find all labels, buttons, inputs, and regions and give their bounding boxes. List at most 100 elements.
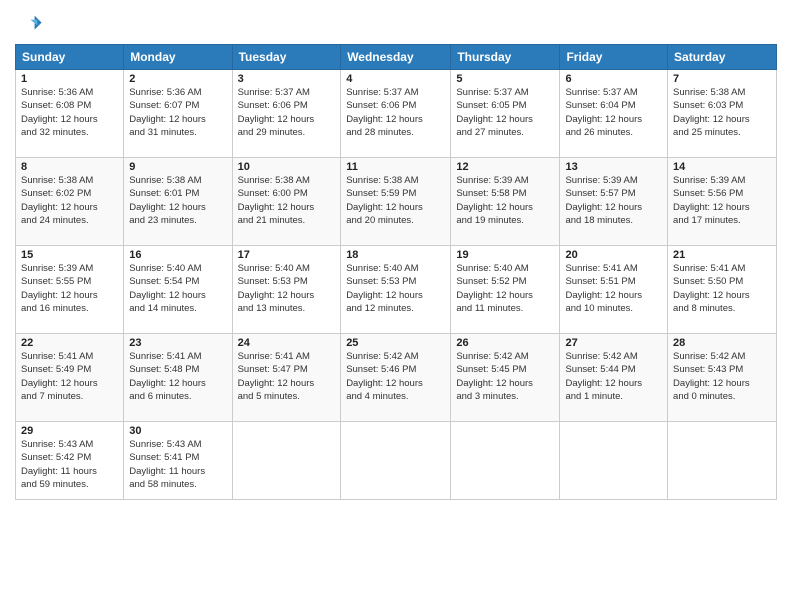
day-info: Sunrise: 5:40 AM Sunset: 5:52 PM Dayligh… <box>456 262 554 315</box>
day-number: 20 <box>565 249 662 261</box>
day-info: Sunrise: 5:36 AM Sunset: 6:07 PM Dayligh… <box>129 86 226 139</box>
day-info: Sunrise: 5:40 AM Sunset: 5:54 PM Dayligh… <box>129 262 226 315</box>
day-info: Sunrise: 5:43 AM Sunset: 5:42 PM Dayligh… <box>21 438 118 491</box>
calendar-cell: 5Sunrise: 5:37 AM Sunset: 6:05 PM Daylig… <box>451 70 560 158</box>
calendar-cell: 8Sunrise: 5:38 AM Sunset: 6:02 PM Daylig… <box>16 158 124 246</box>
day-number: 29 <box>21 425 118 437</box>
day-info: Sunrise: 5:40 AM Sunset: 5:53 PM Dayligh… <box>238 262 336 315</box>
day-number: 18 <box>346 249 445 261</box>
day-info: Sunrise: 5:36 AM Sunset: 6:08 PM Dayligh… <box>21 86 118 139</box>
calendar-cell <box>341 422 451 500</box>
day-info: Sunrise: 5:42 AM Sunset: 5:46 PM Dayligh… <box>346 350 445 403</box>
day-number: 14 <box>673 161 771 173</box>
day-number: 3 <box>238 73 336 85</box>
day-number: 2 <box>129 73 226 85</box>
calendar-cell: 4Sunrise: 5:37 AM Sunset: 6:06 PM Daylig… <box>341 70 451 158</box>
day-info: Sunrise: 5:41 AM Sunset: 5:51 PM Dayligh… <box>565 262 662 315</box>
calendar-cell: 24Sunrise: 5:41 AM Sunset: 5:47 PM Dayli… <box>232 334 341 422</box>
calendar-cell: 11Sunrise: 5:38 AM Sunset: 5:59 PM Dayli… <box>341 158 451 246</box>
day-number: 23 <box>129 337 226 349</box>
day-number: 25 <box>346 337 445 349</box>
calendar-cell: 23Sunrise: 5:41 AM Sunset: 5:48 PM Dayli… <box>124 334 232 422</box>
calendar-cell: 25Sunrise: 5:42 AM Sunset: 5:46 PM Dayli… <box>341 334 451 422</box>
calendar-cell <box>668 422 777 500</box>
day-number: 6 <box>565 73 662 85</box>
day-number: 27 <box>565 337 662 349</box>
day-info: Sunrise: 5:39 AM Sunset: 5:56 PM Dayligh… <box>673 174 771 227</box>
day-number: 22 <box>21 337 118 349</box>
calendar-cell <box>451 422 560 500</box>
calendar-cell: 21Sunrise: 5:41 AM Sunset: 5:50 PM Dayli… <box>668 246 777 334</box>
day-info: Sunrise: 5:39 AM Sunset: 5:57 PM Dayligh… <box>565 174 662 227</box>
calendar-header-tuesday: Tuesday <box>232 45 341 70</box>
day-info: Sunrise: 5:37 AM Sunset: 6:04 PM Dayligh… <box>565 86 662 139</box>
day-info: Sunrise: 5:38 AM Sunset: 5:59 PM Dayligh… <box>346 174 445 227</box>
day-number: 12 <box>456 161 554 173</box>
day-info: Sunrise: 5:38 AM Sunset: 6:02 PM Dayligh… <box>21 174 118 227</box>
day-number: 9 <box>129 161 226 173</box>
calendar-header-sunday: Sunday <box>16 45 124 70</box>
day-info: Sunrise: 5:37 AM Sunset: 6:06 PM Dayligh… <box>346 86 445 139</box>
calendar-header-saturday: Saturday <box>668 45 777 70</box>
day-number: 17 <box>238 249 336 261</box>
day-info: Sunrise: 5:38 AM Sunset: 6:03 PM Dayligh… <box>673 86 771 139</box>
calendar-cell: 18Sunrise: 5:40 AM Sunset: 5:53 PM Dayli… <box>341 246 451 334</box>
calendar: SundayMondayTuesdayWednesdayThursdayFrid… <box>15 44 777 500</box>
day-info: Sunrise: 5:42 AM Sunset: 5:45 PM Dayligh… <box>456 350 554 403</box>
day-info: Sunrise: 5:37 AM Sunset: 6:06 PM Dayligh… <box>238 86 336 139</box>
calendar-cell: 7Sunrise: 5:38 AM Sunset: 6:03 PM Daylig… <box>668 70 777 158</box>
day-number: 8 <box>21 161 118 173</box>
day-number: 30 <box>129 425 226 437</box>
day-number: 26 <box>456 337 554 349</box>
calendar-cell: 1Sunrise: 5:36 AM Sunset: 6:08 PM Daylig… <box>16 70 124 158</box>
calendar-week-1: 1Sunrise: 5:36 AM Sunset: 6:08 PM Daylig… <box>16 70 777 158</box>
logo <box>15 10 47 38</box>
day-info: Sunrise: 5:39 AM Sunset: 5:58 PM Dayligh… <box>456 174 554 227</box>
day-info: Sunrise: 5:43 AM Sunset: 5:41 PM Dayligh… <box>129 438 226 491</box>
calendar-cell: 27Sunrise: 5:42 AM Sunset: 5:44 PM Dayli… <box>560 334 668 422</box>
calendar-week-4: 22Sunrise: 5:41 AM Sunset: 5:49 PM Dayli… <box>16 334 777 422</box>
calendar-week-5: 29Sunrise: 5:43 AM Sunset: 5:42 PM Dayli… <box>16 422 777 500</box>
header <box>15 10 777 38</box>
calendar-cell: 10Sunrise: 5:38 AM Sunset: 6:00 PM Dayli… <box>232 158 341 246</box>
calendar-header-friday: Friday <box>560 45 668 70</box>
day-number: 15 <box>21 249 118 261</box>
day-info: Sunrise: 5:41 AM Sunset: 5:49 PM Dayligh… <box>21 350 118 403</box>
calendar-cell: 30Sunrise: 5:43 AM Sunset: 5:41 PM Dayli… <box>124 422 232 500</box>
calendar-cell: 13Sunrise: 5:39 AM Sunset: 5:57 PM Dayli… <box>560 158 668 246</box>
day-info: Sunrise: 5:42 AM Sunset: 5:44 PM Dayligh… <box>565 350 662 403</box>
calendar-cell: 22Sunrise: 5:41 AM Sunset: 5:49 PM Dayli… <box>16 334 124 422</box>
calendar-cell: 19Sunrise: 5:40 AM Sunset: 5:52 PM Dayli… <box>451 246 560 334</box>
day-info: Sunrise: 5:39 AM Sunset: 5:55 PM Dayligh… <box>21 262 118 315</box>
day-info: Sunrise: 5:41 AM Sunset: 5:47 PM Dayligh… <box>238 350 336 403</box>
day-number: 1 <box>21 73 118 85</box>
day-info: Sunrise: 5:41 AM Sunset: 5:50 PM Dayligh… <box>673 262 771 315</box>
day-info: Sunrise: 5:40 AM Sunset: 5:53 PM Dayligh… <box>346 262 445 315</box>
page: SundayMondayTuesdayWednesdayThursdayFrid… <box>0 0 792 612</box>
day-number: 28 <box>673 337 771 349</box>
calendar-cell: 16Sunrise: 5:40 AM Sunset: 5:54 PM Dayli… <box>124 246 232 334</box>
calendar-week-2: 8Sunrise: 5:38 AM Sunset: 6:02 PM Daylig… <box>16 158 777 246</box>
calendar-cell: 14Sunrise: 5:39 AM Sunset: 5:56 PM Dayli… <box>668 158 777 246</box>
day-number: 16 <box>129 249 226 261</box>
day-number: 5 <box>456 73 554 85</box>
calendar-cell: 9Sunrise: 5:38 AM Sunset: 6:01 PM Daylig… <box>124 158 232 246</box>
calendar-cell: 26Sunrise: 5:42 AM Sunset: 5:45 PM Dayli… <box>451 334 560 422</box>
calendar-cell <box>560 422 668 500</box>
day-info: Sunrise: 5:38 AM Sunset: 6:01 PM Dayligh… <box>129 174 226 227</box>
day-number: 7 <box>673 73 771 85</box>
day-info: Sunrise: 5:41 AM Sunset: 5:48 PM Dayligh… <box>129 350 226 403</box>
day-info: Sunrise: 5:37 AM Sunset: 6:05 PM Dayligh… <box>456 86 554 139</box>
calendar-cell: 20Sunrise: 5:41 AM Sunset: 5:51 PM Dayli… <box>560 246 668 334</box>
day-info: Sunrise: 5:38 AM Sunset: 6:00 PM Dayligh… <box>238 174 336 227</box>
day-info: Sunrise: 5:42 AM Sunset: 5:43 PM Dayligh… <box>673 350 771 403</box>
calendar-cell: 6Sunrise: 5:37 AM Sunset: 6:04 PM Daylig… <box>560 70 668 158</box>
day-number: 13 <box>565 161 662 173</box>
calendar-header-monday: Monday <box>124 45 232 70</box>
calendar-cell: 28Sunrise: 5:42 AM Sunset: 5:43 PM Dayli… <box>668 334 777 422</box>
calendar-cell: 12Sunrise: 5:39 AM Sunset: 5:58 PM Dayli… <box>451 158 560 246</box>
calendar-header-thursday: Thursday <box>451 45 560 70</box>
calendar-cell: 15Sunrise: 5:39 AM Sunset: 5:55 PM Dayli… <box>16 246 124 334</box>
day-number: 10 <box>238 161 336 173</box>
logo-icon <box>15 10 43 38</box>
